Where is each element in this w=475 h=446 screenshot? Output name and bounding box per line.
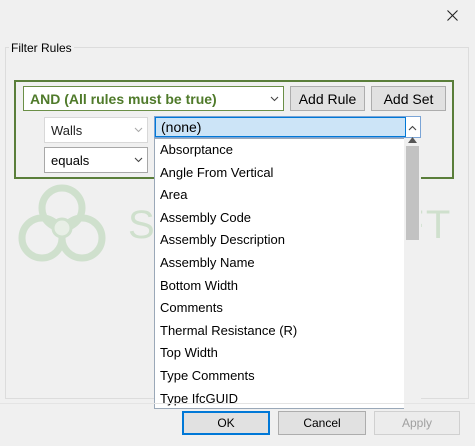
- apply-button[interactable]: Apply: [374, 411, 460, 435]
- chevron-up-icon: [408, 125, 417, 131]
- filter-rules-label: Filter Rules: [9, 41, 74, 55]
- chevron-down-icon: [134, 157, 143, 163]
- cancel-button[interactable]: Cancel: [278, 411, 366, 435]
- operator-combo[interactable]: equals: [44, 147, 148, 173]
- list-item[interactable]: Angle From Vertical: [155, 162, 420, 185]
- title-bar: [0, 0, 475, 30]
- list-item[interactable]: Assembly Code: [155, 207, 420, 230]
- footer-divider: [0, 403, 475, 404]
- parameter-combo[interactable]: (none): [154, 116, 421, 138]
- add-set-button[interactable]: Add Set: [371, 86, 446, 111]
- category-combo[interactable]: Walls: [44, 117, 148, 143]
- scroll-up-icon[interactable]: [408, 137, 417, 143]
- list-item[interactable]: Area: [155, 184, 420, 207]
- list-item[interactable]: Thermal Resistance (R): [155, 320, 420, 343]
- scrollbar-thumb[interactable]: [406, 146, 419, 240]
- list-item[interactable]: Type Comments: [155, 365, 420, 388]
- parameter-dropdown-list[interactable]: Absorptance Angle From Vertical Area Ass…: [154, 138, 421, 409]
- parameter-combo-selected: (none): [155, 117, 406, 137]
- dropdown-scrollbar[interactable]: [404, 137, 421, 409]
- list-item[interactable]: Top Width: [155, 342, 420, 365]
- chevron-down-icon: [270, 96, 279, 101]
- list-item[interactable]: Assembly Description: [155, 229, 420, 252]
- list-item[interactable]: Assembly Name: [155, 252, 420, 275]
- operator-combo-value: equals: [51, 152, 90, 168]
- close-icon: [446, 9, 458, 21]
- list-item[interactable]: Comments: [155, 297, 420, 320]
- close-button[interactable]: [429, 0, 475, 30]
- chevron-down-icon: [134, 127, 143, 133]
- logic-combo[interactable]: AND (All rules must be true): [23, 86, 284, 111]
- add-rule-button[interactable]: Add Rule: [290, 86, 365, 111]
- list-item[interactable]: Absorptance: [155, 139, 420, 162]
- category-combo-value: Walls: [51, 122, 83, 138]
- list-item[interactable]: Bottom Width: [155, 275, 420, 298]
- logic-combo-value: AND (All rules must be true): [30, 90, 217, 107]
- list-item[interactable]: Type IfcGUID: [155, 388, 420, 408]
- ok-button[interactable]: OK: [182, 411, 270, 435]
